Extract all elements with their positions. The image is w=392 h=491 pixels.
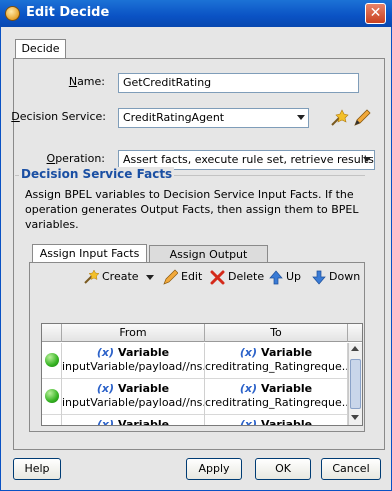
table-header: From To (42, 324, 362, 342)
from-path: inputVariable/payload//ns... (62, 360, 205, 373)
ok-label: OK (275, 462, 291, 475)
chevron-down-icon (297, 115, 305, 120)
from-cell[interactable]: (x) Variable inputVariable/payload//ns... (62, 379, 205, 415)
chevron-down-icon (146, 274, 155, 280)
name-label: Name: (68, 75, 105, 88)
cancel-label: Cancel (332, 462, 370, 475)
to-path: creditrating_Ratingreque... (205, 396, 348, 409)
from-kind: Variable (118, 418, 170, 426)
status-ok-icon (45, 425, 59, 426)
create-label: Create (102, 270, 139, 283)
variable-icon: (x) (239, 346, 258, 359)
apply-button[interactable]: Apply (186, 458, 242, 480)
create-button[interactable]: Create (83, 268, 155, 286)
scroll-down-icon[interactable] (351, 415, 359, 420)
help-button[interactable]: Help (13, 458, 61, 480)
table-row[interactable]: (x) Variable inputVariable/payload//ns...… (42, 379, 362, 415)
edit-label: Edit (181, 270, 203, 283)
cancel-button[interactable]: Cancel (321, 458, 381, 480)
from-cell[interactable]: (x) Variable inputVariable/payload//ns... (62, 343, 205, 379)
table-row[interactable]: (x) Variable (x) Variable (42, 415, 362, 426)
title-bar: Edit Decide ✕ (0, 0, 392, 27)
row-gutter (42, 379, 62, 415)
decision-service-value: CreditRatingAgent (123, 111, 225, 124)
status-ok-icon (45, 353, 59, 367)
variable-icon: (x) (96, 418, 115, 426)
delete-label: Delete (228, 270, 265, 283)
window-title: Edit Decide (26, 5, 110, 20)
dialog-body: Decide Name: GetCreditRating Decision Se… (0, 27, 392, 491)
variable-icon: (x) (239, 418, 258, 426)
variable-icon: (x) (239, 382, 258, 395)
operation-value: Assert facts, execute rule set, retrieve… (123, 153, 375, 166)
column-header-from[interactable]: From (62, 324, 205, 342)
ok-button[interactable]: OK (255, 458, 311, 480)
from-cell[interactable]: (x) Variable (62, 415, 205, 426)
chevron-down-icon (363, 157, 371, 162)
decision-service-select[interactable]: CreditRatingAgent (118, 108, 309, 128)
table-scrollbar[interactable] (348, 343, 362, 425)
table-row[interactable]: (x) Variable inputVariable/payload//ns...… (42, 343, 362, 379)
create-icon (84, 269, 99, 284)
apply-label: Apply (198, 462, 230, 475)
section-title: Decision Service Facts (19, 167, 175, 181)
operation-label: Operation: (46, 152, 105, 165)
to-cell[interactable]: (x) Variable creditrating_Ratingreque... (205, 379, 348, 415)
pencil-icon (163, 269, 178, 285)
to-path: creditrating_Ratingreque... (205, 360, 348, 373)
down-label: Down (329, 270, 361, 283)
column-header-to[interactable]: To (205, 324, 348, 342)
variable-icon: (x) (96, 346, 115, 359)
scroll-up-icon[interactable] (351, 346, 359, 351)
decision-service-label: Decision Service: (11, 110, 106, 123)
row-gutter (42, 415, 62, 426)
variable-icon: (x) (96, 382, 115, 395)
header-gutter (42, 324, 62, 342)
close-button[interactable]: ✕ (365, 3, 386, 24)
to-cell[interactable]: (x) Variable creditrating_Ratingreque... (205, 343, 348, 379)
to-kind: Variable (261, 346, 313, 359)
arrow-up-icon (269, 269, 283, 284)
to-kind: Variable (261, 418, 313, 426)
create-service-icon[interactable] (329, 109, 349, 127)
scroll-thumb[interactable] (350, 359, 361, 409)
from-path: inputVariable/payload//ns... (62, 396, 205, 409)
up-label: Up (286, 270, 302, 283)
delete-icon (210, 270, 225, 284)
tab-assign-input-facts[interactable]: Assign Input Facts (32, 244, 147, 263)
from-kind: Variable (118, 382, 170, 395)
status-ok-icon (45, 389, 59, 403)
row-gutter (42, 343, 62, 379)
edit-button[interactable]: Edit (163, 268, 202, 286)
tab-decide[interactable]: Decide (15, 39, 66, 59)
facts-table: From To (x) Variable inputVariable/payloa… (41, 323, 363, 426)
section-description: Assign BPEL variables to Decision Servic… (25, 188, 359, 231)
move-up-button[interactable]: Up (269, 268, 301, 286)
help-label: Help (24, 462, 50, 475)
app-icon (5, 6, 20, 21)
arrow-down-icon (312, 270, 326, 285)
to-cell[interactable]: (x) Variable (205, 415, 348, 426)
delete-button[interactable]: Delete (210, 268, 264, 286)
from-kind: Variable (118, 346, 170, 359)
move-down-button[interactable]: Down (312, 268, 360, 286)
name-input[interactable]: GetCreditRating (118, 73, 359, 93)
to-kind: Variable (261, 382, 313, 395)
edit-service-icon[interactable] (353, 108, 371, 127)
